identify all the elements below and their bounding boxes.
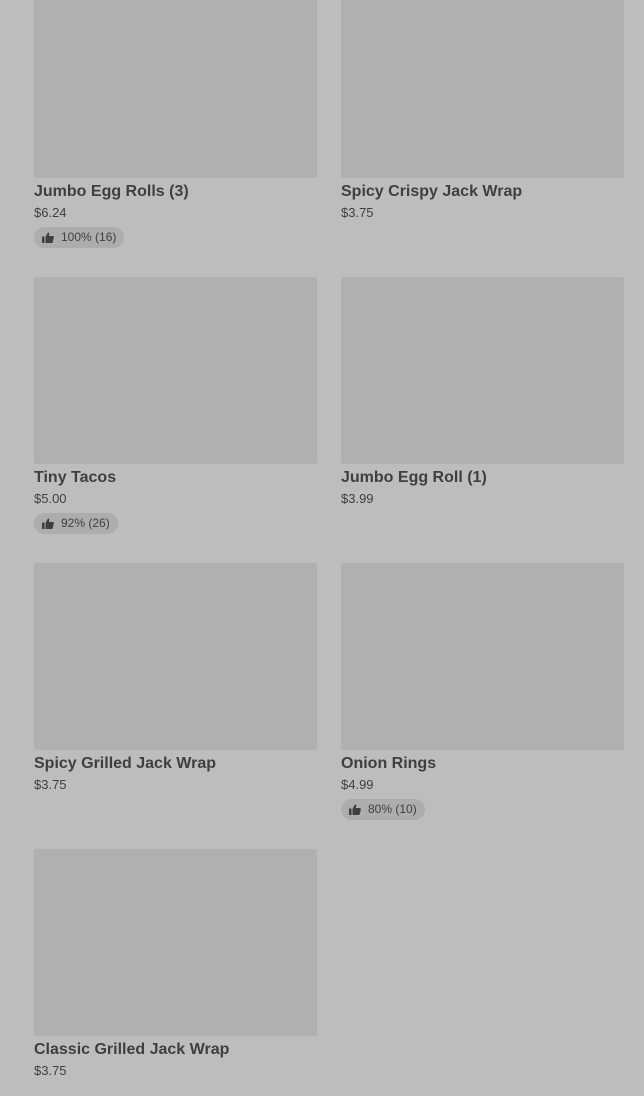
thumbs-up-icon [349, 804, 361, 815]
menu-item-jumbo-egg-rolls-3[interactable]: Jumbo Egg Rolls (3) $6.24 100% (16) [34, 0, 317, 248]
thumbs-up-icon [42, 232, 54, 243]
rating-text: 80% (10) [368, 802, 417, 816]
rating-text: 92% (26) [61, 516, 110, 530]
menu-item-classic-grilled-jack-wrap[interactable]: Classic Grilled Jack Wrap $3.75 [34, 849, 317, 1079]
item-name: Onion Rings [341, 755, 437, 772]
item-image[interactable] [34, 563, 317, 750]
item-name: Spicy Crispy Jack Wrap [341, 183, 523, 200]
item-image[interactable] [341, 0, 624, 178]
item-price: $6.24 [34, 205, 67, 220]
item-name: Spicy Grilled Jack Wrap [34, 755, 217, 772]
item-price: $3.99 [341, 491, 374, 506]
item-image[interactable] [341, 563, 624, 750]
rating-text: 100% (16) [61, 230, 117, 244]
item-name: Jumbo Egg Rolls (3) [34, 183, 189, 200]
menu-item-jumbo-egg-roll-1[interactable]: Jumbo Egg Roll (1) $3.99 [341, 277, 624, 507]
item-image[interactable] [34, 277, 317, 464]
menu-item-tiny-tacos[interactable]: Tiny Tacos $5.00 92% (26) [34, 277, 317, 534]
item-price: $5.00 [34, 491, 67, 506]
menu-item-onion-rings[interactable]: Onion Rings $4.99 80% (10) [341, 563, 624, 820]
rating-badge: 80% (10) [341, 799, 425, 820]
menu-item-spicy-grilled-jack-wrap[interactable]: Spicy Grilled Jack Wrap $3.75 [34, 563, 317, 793]
thumbs-up-icon [42, 518, 54, 529]
item-name: Jumbo Egg Roll (1) [341, 469, 487, 486]
item-image[interactable] [341, 277, 624, 464]
item-image[interactable] [34, 849, 317, 1036]
rating-badge: 92% (26) [34, 513, 118, 534]
menu-item-spicy-crispy-jack-wrap[interactable]: Spicy Crispy Jack Wrap $3.75 [341, 0, 624, 221]
item-price: $3.75 [341, 205, 374, 220]
rating-badge: 100% (16) [34, 227, 125, 248]
item-name: Classic Grilled Jack Wrap [34, 1041, 230, 1058]
item-price: $3.75 [34, 1063, 67, 1078]
item-image[interactable] [34, 0, 317, 178]
item-price: $4.99 [341, 777, 374, 792]
item-price: $3.75 [34, 777, 67, 792]
item-name: Tiny Tacos [34, 469, 117, 486]
